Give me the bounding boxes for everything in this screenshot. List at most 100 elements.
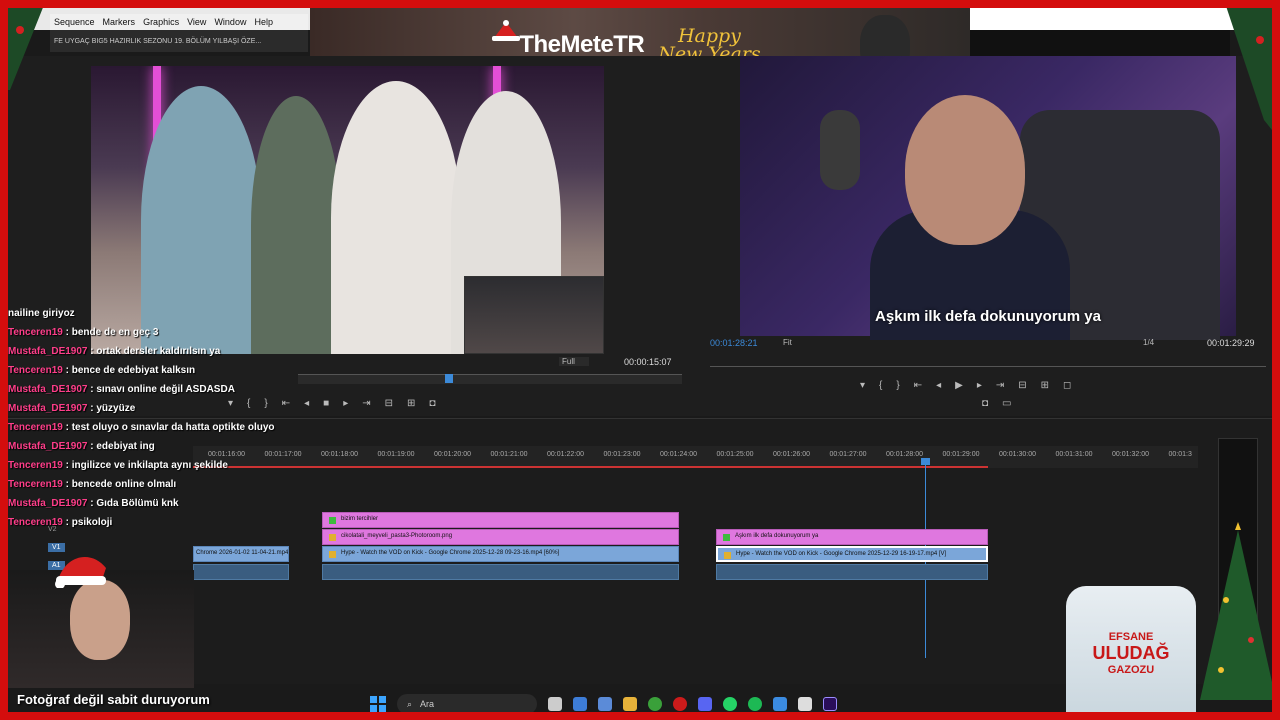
capcut-icon[interactable]: [798, 697, 812, 711]
menu-graphics[interactable]: Graphics: [143, 17, 179, 27]
step-forward-icon[interactable]: ▸: [343, 398, 348, 409]
garland-decoration: [1224, 0, 1280, 140]
timeline-clip[interactable]: Hype - Watch the VOD on Kick - Google Ch…: [322, 546, 679, 562]
chat-message: Mustafa_DE1907 : ortak dersler kaldırıls…: [8, 346, 298, 365]
soda-bottle-pack: EFSANE ULUDAĞ GAZOZU: [1066, 586, 1196, 720]
ruler-tick-label: 00:01:22:00: [547, 451, 584, 458]
task-view-icon[interactable]: [548, 697, 562, 711]
chat-message: Mustafa_DE1907 : sınavı online değil ASD…: [8, 384, 298, 403]
ruler-tick-label: 00:01:23:00: [603, 451, 641, 458]
timeline-clip[interactable]: Aşkım ilk defa dokunuyorum ya: [716, 529, 988, 545]
program-scrub-bar[interactable]: [710, 366, 1266, 372]
ruler-tick-label: 00:01:19:00: [377, 451, 415, 458]
chat-text: : bencede online olmalı: [62, 479, 177, 490]
chat-fragment: nailine giriyoz: [8, 308, 75, 319]
browser-tab[interactable]: FE UYGAÇ BIG5 HAZIRLIK SEZONU 19. BÖLÜM …: [50, 30, 308, 52]
step-back-icon[interactable]: ◂: [936, 380, 941, 391]
timeline-clip[interactable]: Chrome 2026-01-02 11-04-21.mp4: [193, 546, 289, 562]
menu-markers[interactable]: Markers: [103, 17, 136, 27]
spotify-icon[interactable]: [748, 697, 762, 711]
chat-message: Tenceren19 : psikoloji: [8, 517, 298, 536]
audio-clip[interactable]: [193, 564, 289, 580]
chat-username: Tenceren19: [8, 460, 63, 471]
chrome-icon[interactable]: [648, 697, 662, 711]
chat-username: Mustafa_DE1907: [8, 346, 88, 357]
chat-message: Mustafa_DE1907 : yüzyüze: [8, 403, 298, 422]
mark-in-icon[interactable]: {: [879, 380, 882, 391]
chat-username: Mustafa_DE1907: [8, 441, 88, 452]
chat-message: Tenceren19 : ingilizce ve inkilapta aynı…: [8, 460, 298, 479]
ruler-tick-label: 00:01:30:00: [999, 451, 1036, 458]
chat-username: Tenceren19: [8, 479, 63, 490]
menu-sequence[interactable]: Sequence: [54, 17, 95, 27]
marker-icon[interactable]: ▾: [860, 380, 865, 391]
go-to-out-icon[interactable]: ⇥: [362, 398, 370, 409]
garland-decoration: [0, 0, 46, 90]
program-resolution-dropdown[interactable]: 1/4: [1143, 338, 1154, 347]
ruler-tick-label: 00:01:21:00: [490, 451, 528, 458]
app-icon[interactable]: [598, 697, 612, 711]
insert-icon[interactable]: ⊟: [385, 398, 393, 409]
chat-message: Mustafa_DE1907 : Gıda Bölümü knk: [8, 498, 298, 517]
taskbar-search[interactable]: ⌕ Ara: [397, 694, 537, 714]
dark-strip: [970, 30, 1230, 56]
play-icon[interactable]: ▶: [955, 380, 963, 391]
discord-icon[interactable]: [698, 697, 712, 711]
chat-username: Mustafa_DE1907: [8, 403, 88, 414]
chat-text: : edebiyat ing: [87, 441, 155, 452]
product-line-3: GAZOZU: [1107, 663, 1155, 676]
lift-icon[interactable]: ⊟: [1018, 380, 1026, 391]
program-extra-controls: ◘ ▭: [982, 398, 1012, 409]
timeline-clip-selected[interactable]: Hype - Watch the VOD on Kick - Google Ch…: [716, 546, 988, 562]
menu-view[interactable]: View: [187, 17, 206, 27]
source-scrub-bar[interactable]: [298, 374, 682, 384]
stop-icon[interactable]: ■: [323, 398, 329, 409]
chat-message: Tenceren19 : test oluyo o sınavlar da ha…: [8, 422, 298, 441]
chat-username: Tenceren19: [8, 422, 63, 433]
timeline-ruler[interactable]: 00:01:16:00 00:01:17:00 00:01:18:00 00:01:1…: [193, 446, 1198, 468]
premiere-menu-bar: Sequence Markers Graphics View Window He…: [50, 14, 308, 30]
file-explorer-icon[interactable]: [623, 697, 637, 711]
mark-out-icon[interactable]: }: [896, 380, 899, 391]
ruler-tick-label: 00:01:3: [1168, 451, 1192, 458]
ruler-tick-label: 00:01:31:00: [1055, 451, 1093, 458]
ruler-tick-label: 00:01:26:00: [773, 451, 810, 458]
chat-text: : ingilizce ve inkilapta aynı şekilde: [62, 460, 228, 471]
store-icon[interactable]: [773, 697, 787, 711]
export-frame-icon[interactable]: ◻: [1063, 380, 1071, 391]
overwrite-icon[interactable]: ⊞: [407, 398, 415, 409]
go-to-out-icon[interactable]: ⇥: [996, 380, 1004, 391]
premiere-icon[interactable]: [823, 697, 837, 711]
chat-text: : ortak dersler kaldırılsın ya: [87, 346, 221, 357]
timeline-clip[interactable]: bizim tercihler: [322, 512, 679, 528]
copilot-icon[interactable]: [573, 697, 587, 711]
camera-icon[interactable]: ◘: [982, 398, 988, 409]
chat-username: Tenceren19: [8, 365, 63, 376]
source-fit-dropdown[interactable]: Full: [559, 357, 589, 366]
step-forward-icon[interactable]: ▸: [977, 380, 982, 391]
christmas-tree-icon: [1200, 522, 1276, 700]
chat-overlay: nailine giriyoz Tenceren19 : bende de en…: [8, 308, 298, 536]
clip-label: Hype - Watch the VOD on Kick - Google Ch…: [736, 551, 947, 557]
clip-label: cikolatali_meyveli_pasta3-Photoroom.png: [341, 533, 453, 539]
audio-clip[interactable]: [716, 564, 988, 580]
windows-start-icon[interactable]: [370, 696, 386, 712]
step-back-icon[interactable]: ◂: [304, 398, 309, 409]
audio-clip[interactable]: [322, 564, 679, 580]
program-end-timecode: 00:01:29:29: [1207, 338, 1255, 348]
chat-username: Tenceren19: [8, 517, 63, 528]
opera-icon[interactable]: [673, 697, 687, 711]
program-fit-dropdown[interactable]: Fit: [783, 338, 792, 347]
camera-icon[interactable]: ◘: [429, 398, 435, 409]
source-playhead[interactable]: [445, 374, 453, 383]
fx-badge-icon: [329, 551, 336, 558]
chat-text: : psikoloji: [62, 517, 113, 528]
timeline-clip[interactable]: cikolatali_meyveli_pasta3-Photoroom.png: [322, 529, 679, 545]
vr-icon[interactable]: ▭: [1002, 398, 1011, 409]
menu-window[interactable]: Window: [214, 17, 246, 27]
whatsapp-icon[interactable]: [723, 697, 737, 711]
extract-icon[interactable]: ⊞: [1041, 380, 1049, 391]
menu-help[interactable]: Help: [254, 17, 273, 27]
go-to-in-icon[interactable]: ⇤: [914, 380, 922, 391]
program-timecode: 00:01:28:21: [710, 338, 758, 348]
